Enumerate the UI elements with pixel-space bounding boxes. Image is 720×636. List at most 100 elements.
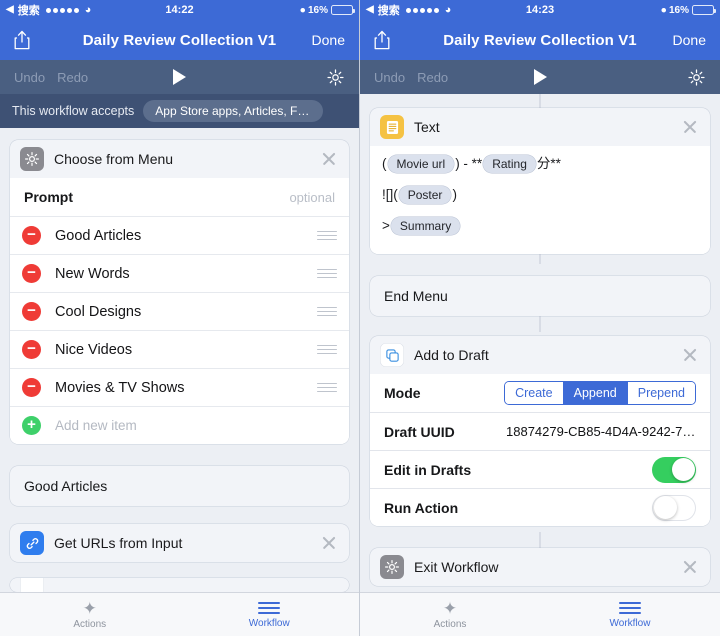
- back-chevron-icon[interactable]: ◀: [366, 5, 374, 15]
- menu-item-row[interactable]: − Nice Videos: [10, 330, 349, 368]
- close-icon[interactable]: [680, 557, 700, 577]
- add-new-item-row[interactable]: + Add new item: [10, 406, 349, 444]
- menu-item-row[interactable]: − Cool Designs: [10, 292, 349, 330]
- prompt-label: Prompt: [24, 189, 73, 205]
- accepts-types-chip[interactable]: App Store apps, Articles, Fi…: [143, 100, 324, 122]
- card-body: Prompt optional − Good Articles − New Wo…: [10, 178, 349, 444]
- run-action-row: Run Action: [370, 488, 710, 526]
- text-fragment: ![](: [382, 187, 398, 203]
- tab-actions-label: Actions: [433, 618, 467, 630]
- accepts-label: This workflow accepts: [12, 104, 135, 118]
- text-fragment: ) - **: [455, 156, 483, 172]
- workflow-accepts-bar: This workflow accepts App Store apps, Ar…: [0, 94, 359, 128]
- text-fragment: ): [452, 187, 457, 203]
- action-card-text[interactable]: Text ( Movie url ) - ** Rating 分** ![]( …: [370, 108, 710, 254]
- action-card-add-to-draft[interactable]: Add to Draft Mode Create Append Prepend …: [370, 336, 710, 526]
- done-button[interactable]: Done: [673, 32, 706, 48]
- text-fragment: (: [382, 156, 387, 172]
- text-line: ( Movie url ) - ** Rating 分**: [382, 155, 698, 173]
- battery-percent-label: 16%: [668, 4, 689, 16]
- card-title: Get URLs from Input: [54, 535, 183, 551]
- close-icon[interactable]: [680, 345, 700, 365]
- share-icon[interactable]: [14, 30, 30, 50]
- token-chip[interactable]: Summary: [390, 217, 461, 235]
- token-chip[interactable]: Poster: [398, 186, 452, 204]
- remove-icon[interactable]: −: [22, 264, 41, 283]
- draft-uuid-row[interactable]: Draft UUID 18874279-CB85-4D4A-9242-7BB81…: [370, 412, 710, 450]
- edit-toolbar: Undo Redo: [360, 60, 720, 94]
- menu-item-label: New Words: [55, 265, 130, 282]
- navigation-bar: Daily Review Collection V1 Done: [0, 20, 359, 60]
- done-button[interactable]: Done: [312, 32, 345, 48]
- close-icon[interactable]: [319, 533, 339, 553]
- play-icon: [173, 69, 186, 85]
- token-chip[interactable]: Rating: [483, 155, 536, 173]
- document-icon: [380, 115, 404, 139]
- tab-workflow[interactable]: Workflow: [540, 593, 720, 636]
- workflow-list[interactable]: Text ( Movie url ) - ** Rating 分** ![]( …: [360, 94, 720, 592]
- workflow-list[interactable]: Choose from Menu Prompt optional − Good …: [0, 128, 359, 592]
- close-icon[interactable]: [319, 149, 339, 169]
- token-chip[interactable]: Movie url: [387, 155, 455, 173]
- page-title: Daily Review Collection V1: [82, 31, 277, 49]
- tab-actions[interactable]: ✦ Actions: [0, 593, 180, 636]
- gear-icon: [380, 555, 404, 579]
- drag-handle-icon[interactable]: [317, 304, 337, 319]
- text-line: > Summary: [382, 217, 698, 235]
- drag-handle-icon[interactable]: [317, 266, 337, 281]
- card-title: Text: [414, 119, 440, 135]
- run-action-toggle[interactable]: [652, 494, 696, 521]
- remove-icon[interactable]: −: [22, 302, 41, 321]
- add-icon[interactable]: +: [22, 416, 41, 435]
- menu-item-row[interactable]: − Good Articles: [10, 216, 349, 254]
- menu-item-label: Nice Videos: [55, 341, 133, 358]
- signal-dots-icon: [405, 7, 439, 13]
- remove-icon[interactable]: −: [22, 378, 41, 397]
- menu-group-end-menu[interactable]: End Menu: [370, 276, 710, 316]
- status-bar: ◀ 搜索 ◕ 14:23 ⏺ 16%: [360, 0, 720, 20]
- list-icon: [619, 600, 641, 617]
- status-bar-right: ⏺ 16%: [300, 5, 355, 16]
- carrier-label: 搜索: [17, 5, 40, 17]
- action-card-partial[interactable]: [10, 578, 349, 592]
- drag-handle-icon[interactable]: [317, 380, 337, 395]
- navigation-bar: Daily Review Collection V1 Done: [360, 20, 720, 60]
- wand-icon: ✦: [442, 598, 458, 618]
- draft-uuid-label: Draft UUID: [384, 423, 455, 440]
- group-title: Good Articles: [24, 478, 108, 494]
- mode-segmented-control[interactable]: Create Append Prepend: [504, 381, 696, 405]
- run-action-label: Run Action: [384, 499, 459, 516]
- play-button[interactable]: [360, 69, 720, 85]
- text-editor-field[interactable]: ( Movie url ) - ** Rating 分** ![]( Poste…: [370, 146, 710, 254]
- gear-icon[interactable]: [687, 68, 706, 87]
- menu-item-row[interactable]: − New Words: [10, 254, 349, 292]
- gear-icon[interactable]: [326, 68, 345, 87]
- segment-prepend[interactable]: Prepend: [626, 382, 695, 404]
- tab-actions-label: Actions: [73, 618, 107, 630]
- prompt-row[interactable]: Prompt optional: [10, 178, 349, 216]
- mode-row: Mode Create Append Prepend: [370, 374, 710, 412]
- segment-append[interactable]: Append: [562, 382, 627, 404]
- tab-workflow[interactable]: Workflow: [180, 593, 360, 636]
- status-bar-right: ⏺ 16%: [661, 4, 716, 16]
- card-header: Add to Draft: [370, 336, 710, 374]
- drag-handle-icon[interactable]: [317, 342, 337, 357]
- close-icon[interactable]: [680, 117, 700, 137]
- segment-create[interactable]: Create: [505, 382, 563, 404]
- edit-in-drafts-toggle[interactable]: [652, 456, 696, 483]
- tab-workflow-label: Workflow: [609, 618, 651, 630]
- tab-actions[interactable]: ✦ Actions: [360, 593, 540, 636]
- action-card-choose-from-menu[interactable]: Choose from Menu Prompt optional − Good …: [10, 140, 349, 444]
- menu-group-good-articles[interactable]: Good Articles: [10, 466, 349, 506]
- share-icon[interactable]: [374, 30, 390, 50]
- remove-icon[interactable]: −: [22, 340, 41, 359]
- menu-item-row[interactable]: − Movies & TV Shows: [10, 368, 349, 406]
- card-title: Exit Workflow: [414, 559, 499, 575]
- action-card-get-urls-from-input[interactable]: Get URLs from Input: [10, 524, 349, 562]
- status-bar: ◀ 搜索 ◕ 14:22 ⏺ 16%: [0, 0, 359, 20]
- action-card-exit-workflow[interactable]: Exit Workflow: [370, 548, 710, 586]
- drag-handle-icon[interactable]: [317, 228, 337, 243]
- play-button[interactable]: [0, 69, 359, 85]
- back-chevron-icon[interactable]: ◀: [6, 5, 14, 15]
- remove-icon[interactable]: −: [22, 226, 41, 245]
